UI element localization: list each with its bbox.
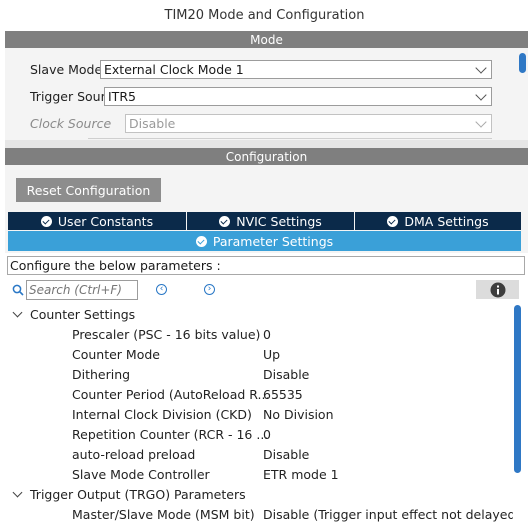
param-name[interactable]: Slave Mode Controller xyxy=(72,467,210,482)
check-circle-icon xyxy=(195,235,207,247)
instructions-text: Configure the below parameters : xyxy=(7,256,525,275)
tab-label: NVIC Settings xyxy=(236,213,322,229)
tab-label: DMA Settings xyxy=(404,213,489,229)
parameters-scrollbar[interactable] xyxy=(514,305,521,473)
search-input[interactable] xyxy=(26,280,138,300)
chevron-down-icon xyxy=(475,116,487,128)
tab-parameter-settings[interactable]: Parameter Settings xyxy=(8,231,521,251)
mode-scrollbar[interactable] xyxy=(519,53,526,73)
param-name[interactable]: Repetition Counter (RCR - 16 ... xyxy=(72,427,268,442)
param-value[interactable]: Disable xyxy=(263,447,309,462)
param-value[interactable]: Disable (Trigger input effect not delaye… xyxy=(263,507,513,522)
trigger-source-value: ITR5 xyxy=(108,89,136,104)
param-name[interactable]: Master/Slave Mode (MSM bit) xyxy=(72,507,255,522)
param-name[interactable]: auto-reload preload xyxy=(72,447,195,462)
slave-mode-value: External Clock Mode 1 xyxy=(104,62,244,77)
chevron-down-icon xyxy=(475,89,487,101)
chevron-right-icon: › xyxy=(207,284,212,294)
info-icon xyxy=(490,282,505,297)
mode-header: Mode xyxy=(5,31,528,48)
chevron-left-icon: ‹ xyxy=(159,284,164,294)
tab-user-constants[interactable]: User Constants xyxy=(8,212,186,230)
param-value[interactable]: Up xyxy=(263,347,280,362)
mode-divider xyxy=(88,138,492,139)
group-trigger-output[interactable]: Trigger Output (TRGO) Parameters xyxy=(30,487,246,502)
param-value[interactable]: 0 xyxy=(263,327,271,342)
slave-mode-label: Slave Mode xyxy=(30,62,103,77)
slave-mode-select[interactable]: External Clock Mode 1 xyxy=(100,60,492,79)
param-value[interactable]: 65535 xyxy=(263,387,303,402)
param-value[interactable]: 0 xyxy=(263,427,271,442)
group-counter-settings[interactable]: Counter Settings xyxy=(30,307,135,322)
clock-source-select: Disable xyxy=(125,114,492,133)
tab-dma-settings[interactable]: DMA Settings xyxy=(355,212,521,230)
param-name[interactable]: Dithering xyxy=(72,367,130,382)
reset-configuration-button[interactable]: Reset Configuration xyxy=(16,178,161,202)
next-result-button[interactable]: › xyxy=(204,284,215,295)
check-circle-icon xyxy=(219,215,231,227)
tab-label: Parameter Settings xyxy=(212,233,334,249)
window-title: TIM20 Mode and Configuration xyxy=(0,0,529,31)
param-value[interactable]: No Division xyxy=(263,407,334,422)
configuration-header: Configuration xyxy=(5,148,528,165)
previous-result-button[interactable]: ‹ xyxy=(156,284,167,295)
chevron-down-icon xyxy=(475,62,487,74)
param-name[interactable]: Counter Period (AutoReload R... xyxy=(72,387,269,402)
expand-chevron-icon[interactable] xyxy=(12,307,23,318)
panel-splitter[interactable] xyxy=(5,140,528,148)
info-button[interactable] xyxy=(476,280,519,299)
param-name[interactable]: Counter Mode xyxy=(72,347,160,362)
param-name[interactable]: Prescaler (PSC - 16 bits value) xyxy=(72,327,260,342)
param-name[interactable]: Internal Clock Division (CKD) xyxy=(72,407,252,422)
param-value[interactable]: ETR mode 1 xyxy=(263,467,339,482)
search-icon xyxy=(12,284,24,296)
tab-label: User Constants xyxy=(57,213,154,229)
clock-source-label: Clock Source xyxy=(30,116,112,131)
check-circle-icon xyxy=(40,215,52,227)
tab-nvic-settings[interactable]: NVIC Settings xyxy=(187,212,354,230)
clock-source-value: Disable xyxy=(129,116,176,131)
expand-chevron-icon[interactable] xyxy=(12,487,23,498)
trigger-source-select[interactable]: ITR5 xyxy=(104,87,492,106)
param-value[interactable]: Disable xyxy=(263,367,309,382)
check-circle-icon xyxy=(387,215,399,227)
